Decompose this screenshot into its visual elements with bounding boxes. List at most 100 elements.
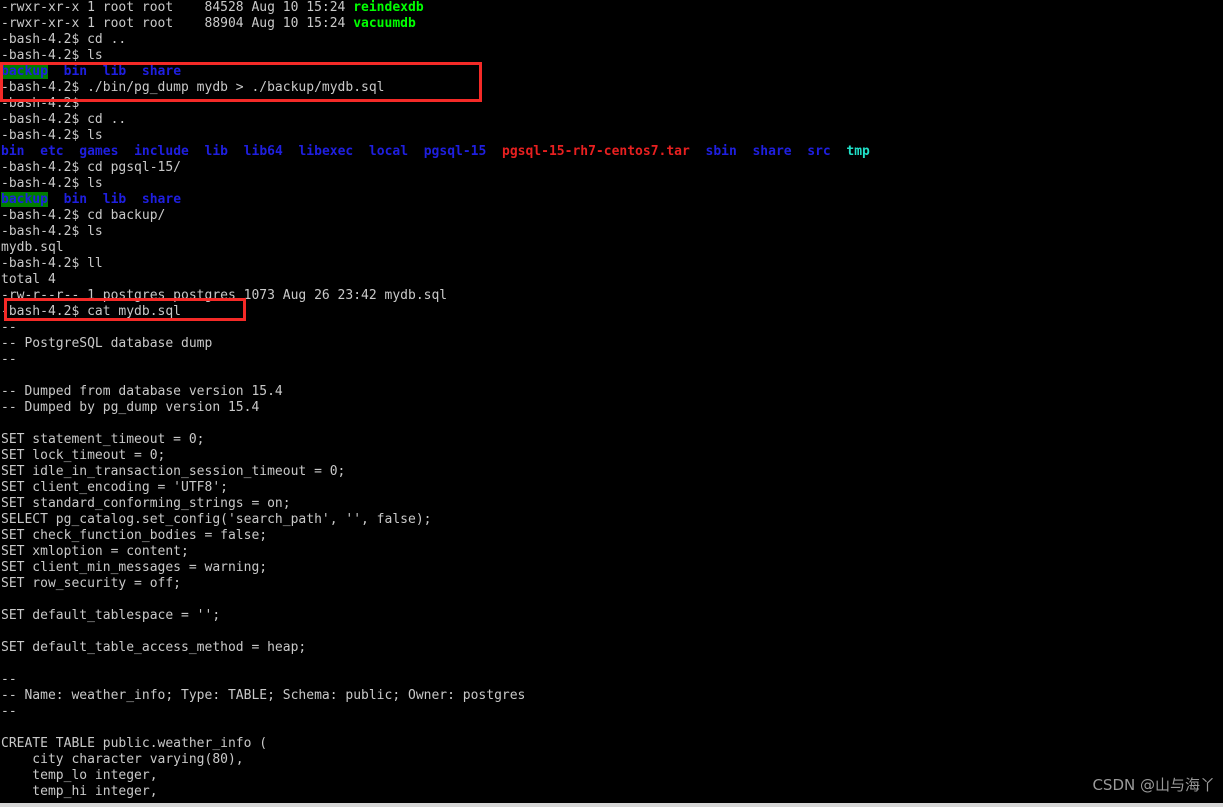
line-segment: SET lock_timeout = 0; — [1, 448, 166, 463]
line-segment: temp_hi integer, — [1, 784, 158, 799]
line-segment — [189, 144, 205, 159]
line-segment: tmp — [846, 144, 870, 159]
terminal-line-sql-set-lock-timeout: SET lock_timeout = 0; — [0, 448, 1223, 464]
line-segment: reindexdb — [353, 0, 424, 15]
line-segment — [486, 144, 502, 159]
line-segment — [408, 144, 424, 159]
line-segment: -bash-4.2$ ./bin/pg_dump mydb > ./backup… — [1, 80, 385, 95]
line-segment — [737, 144, 753, 159]
terminal-line-sql-blank-1 — [0, 368, 1223, 384]
line-segment: total 4 — [1, 272, 56, 287]
line-segment — [24, 144, 40, 159]
terminal-line-ll-mydb-sql: -rw-r--r-- 1 postgres postgres 1073 Aug … — [0, 288, 1223, 304]
line-segment: mydb.sql — [1, 240, 64, 255]
line-segment — [283, 144, 299, 159]
terminal-line-sql-set-idle-timeout: SET idle_in_transaction_session_timeout … — [0, 464, 1223, 480]
terminal-line-sql-dash-1: -- — [0, 320, 1223, 336]
terminal-line-cmd-cd-backup: -bash-4.2$ cd backup/ — [0, 208, 1223, 224]
terminal-line-ls-backup-contents: mydb.sql — [0, 240, 1223, 256]
terminal-line-ll-total: total 4 — [0, 272, 1223, 288]
line-segment: -bash-4.2$ cd backup/ — [1, 208, 166, 223]
terminal-line-sql-blank-4 — [0, 624, 1223, 640]
line-segment: -- — [1, 704, 17, 719]
terminal-line-cmd-pg-dump: -bash-4.2$ ./bin/pg_dump mydb > ./backup… — [0, 80, 1223, 96]
terminal-line-sql-blank-6 — [0, 720, 1223, 736]
line-segment: city character varying(80), — [1, 752, 244, 767]
terminal-line-cmd-ls-4: -bash-4.2$ ls — [0, 224, 1223, 240]
terminal-line-sql-blank-5 — [0, 656, 1223, 672]
terminal-line-ls-reindexdb: -rwxr-xr-x 1 root root 84528 Aug 10 15:2… — [0, 0, 1223, 16]
terminal-line-sql-dumped-by: -- Dumped by pg_dump version 15.4 — [0, 400, 1223, 416]
line-segment — [228, 144, 244, 159]
screen-bottom-edge — [0, 803, 1223, 807]
csdn-watermark: CSDN @山与海丫 — [1092, 776, 1215, 794]
line-segment — [48, 192, 64, 207]
line-segment: -- Name: weather_info; Type: TABLE; Sche… — [1, 688, 526, 703]
line-segment: lib — [204, 144, 229, 159]
line-segment: etc — [40, 144, 64, 159]
line-segment: games — [79, 144, 119, 159]
line-segment: -bash-4.2$ ls — [1, 176, 103, 191]
line-segment: -- — [1, 320, 17, 335]
terminal-line-sql-select-set-config: SELECT pg_catalog.set_config('search_pat… — [0, 512, 1223, 528]
line-segment — [64, 144, 80, 159]
terminal-line-sql-set-default-tablespace: SET default_tablespace = ''; — [0, 608, 1223, 624]
terminal-line-sql-set-client-encoding: SET client_encoding = 'UTF8'; — [0, 480, 1223, 496]
terminal-line-sql-create-table: CREATE TABLE public.weather_info ( — [0, 736, 1223, 752]
line-segment: SELECT pg_catalog.set_config('search_pat… — [1, 512, 432, 527]
line-segment: -- Dumped from database version 15.4 — [1, 384, 283, 399]
terminal-line-sql-set-row-security: SET row_security = off; — [0, 576, 1223, 592]
terminal-line-sql-blank-3 — [0, 592, 1223, 608]
terminal-line-cmd-cd-up-2: -bash-4.2$ cd .. — [0, 112, 1223, 128]
line-segment: -bash-4.2$ cd .. — [1, 32, 127, 47]
terminal-line-cmd-ls-2: -bash-4.2$ ls — [0, 128, 1223, 144]
line-segment: -bash-4.2$ cd pgsql-15/ — [1, 160, 182, 175]
terminal-line-sql-dash-4: -- — [0, 704, 1223, 720]
terminal-output-area[interactable]: -rwxr-xr-x 1 root root 84528 Aug 10 15:2… — [0, 0, 1223, 800]
line-segment — [87, 192, 103, 207]
line-segment: libexec — [298, 144, 354, 159]
terminal-line-sql-dumped-from: -- Dumped from database version 15.4 — [0, 384, 1223, 400]
line-segment: SET idle_in_transaction_session_timeout … — [1, 464, 346, 479]
terminal-line-sql-col-temp-lo: temp_lo integer, — [0, 768, 1223, 784]
line-segment: -- PostgreSQL database dump — [1, 336, 213, 351]
line-segment: -rwxr-xr-x 1 root root 84528 Aug 10 15:2… — [1, 0, 354, 15]
line-segment: pgsql-15-rh7-centos7.tar — [502, 144, 690, 159]
line-segment: -bash-4.2$ ls — [1, 128, 103, 143]
terminal-line-ls-usr-contents: bin etc games include lib lib64 libexec … — [0, 144, 1223, 160]
terminal-window[interactable]: -rwxr-xr-x 1 root root 84528 Aug 10 15:2… — [0, 0, 1223, 807]
terminal-line-sql-set-standard-strings: SET standard_conforming_strings = on; — [0, 496, 1223, 512]
line-segment: -- Dumped by pg_dump version 15.4 — [1, 400, 260, 415]
line-segment: share — [141, 64, 182, 79]
line-segment: SET xmloption = content; — [1, 544, 189, 559]
line-segment: local — [368, 144, 409, 159]
line-segment — [126, 192, 142, 207]
line-segment: vacuumdb — [353, 16, 416, 31]
line-segment: share — [752, 144, 792, 159]
terminal-line-sql-set-default-table-access: SET default_table_access_method = heap; — [0, 640, 1223, 656]
line-segment: bin — [63, 192, 88, 207]
line-segment: -bash-4.2$ ls — [1, 48, 103, 63]
line-segment: SET statement_timeout = 0; — [1, 432, 205, 447]
terminal-line-cmd-cat-mydb: -bash-4.2$ cat mydb.sql — [0, 304, 1223, 320]
line-segment: SET default_table_access_method = heap; — [1, 640, 307, 655]
terminal-line-sql-col-city: city character varying(80), — [0, 752, 1223, 768]
terminal-line-sql-dash-2: -- — [0, 352, 1223, 368]
line-segment: -bash-4.2$ cd .. — [1, 112, 127, 127]
line-segment — [48, 64, 64, 79]
line-segment: bin — [1, 144, 25, 159]
line-segment: -bash-4.2$ ll — [1, 256, 103, 271]
terminal-line-sql-header-title: -- PostgreSQL database dump — [0, 336, 1223, 352]
line-segment: src — [807, 144, 831, 159]
line-segment: -rw-r--r-- 1 postgres postgres 1073 Aug … — [1, 288, 448, 303]
terminal-line-sql-dash-3: -- — [0, 672, 1223, 688]
terminal-line-cmd-cd-pgsql: -bash-4.2$ cd pgsql-15/ — [0, 160, 1223, 176]
line-segment: bin — [63, 64, 88, 79]
terminal-line-cmd-ll: -bash-4.2$ ll — [0, 256, 1223, 272]
line-segment — [118, 144, 134, 159]
line-segment: SET check_function_bodies = false; — [1, 528, 268, 543]
line-segment — [353, 144, 369, 159]
line-segment: include — [134, 144, 189, 159]
terminal-line-cmd-ls-3: -bash-4.2$ ls — [0, 176, 1223, 192]
line-segment: lib64 — [243, 144, 283, 159]
